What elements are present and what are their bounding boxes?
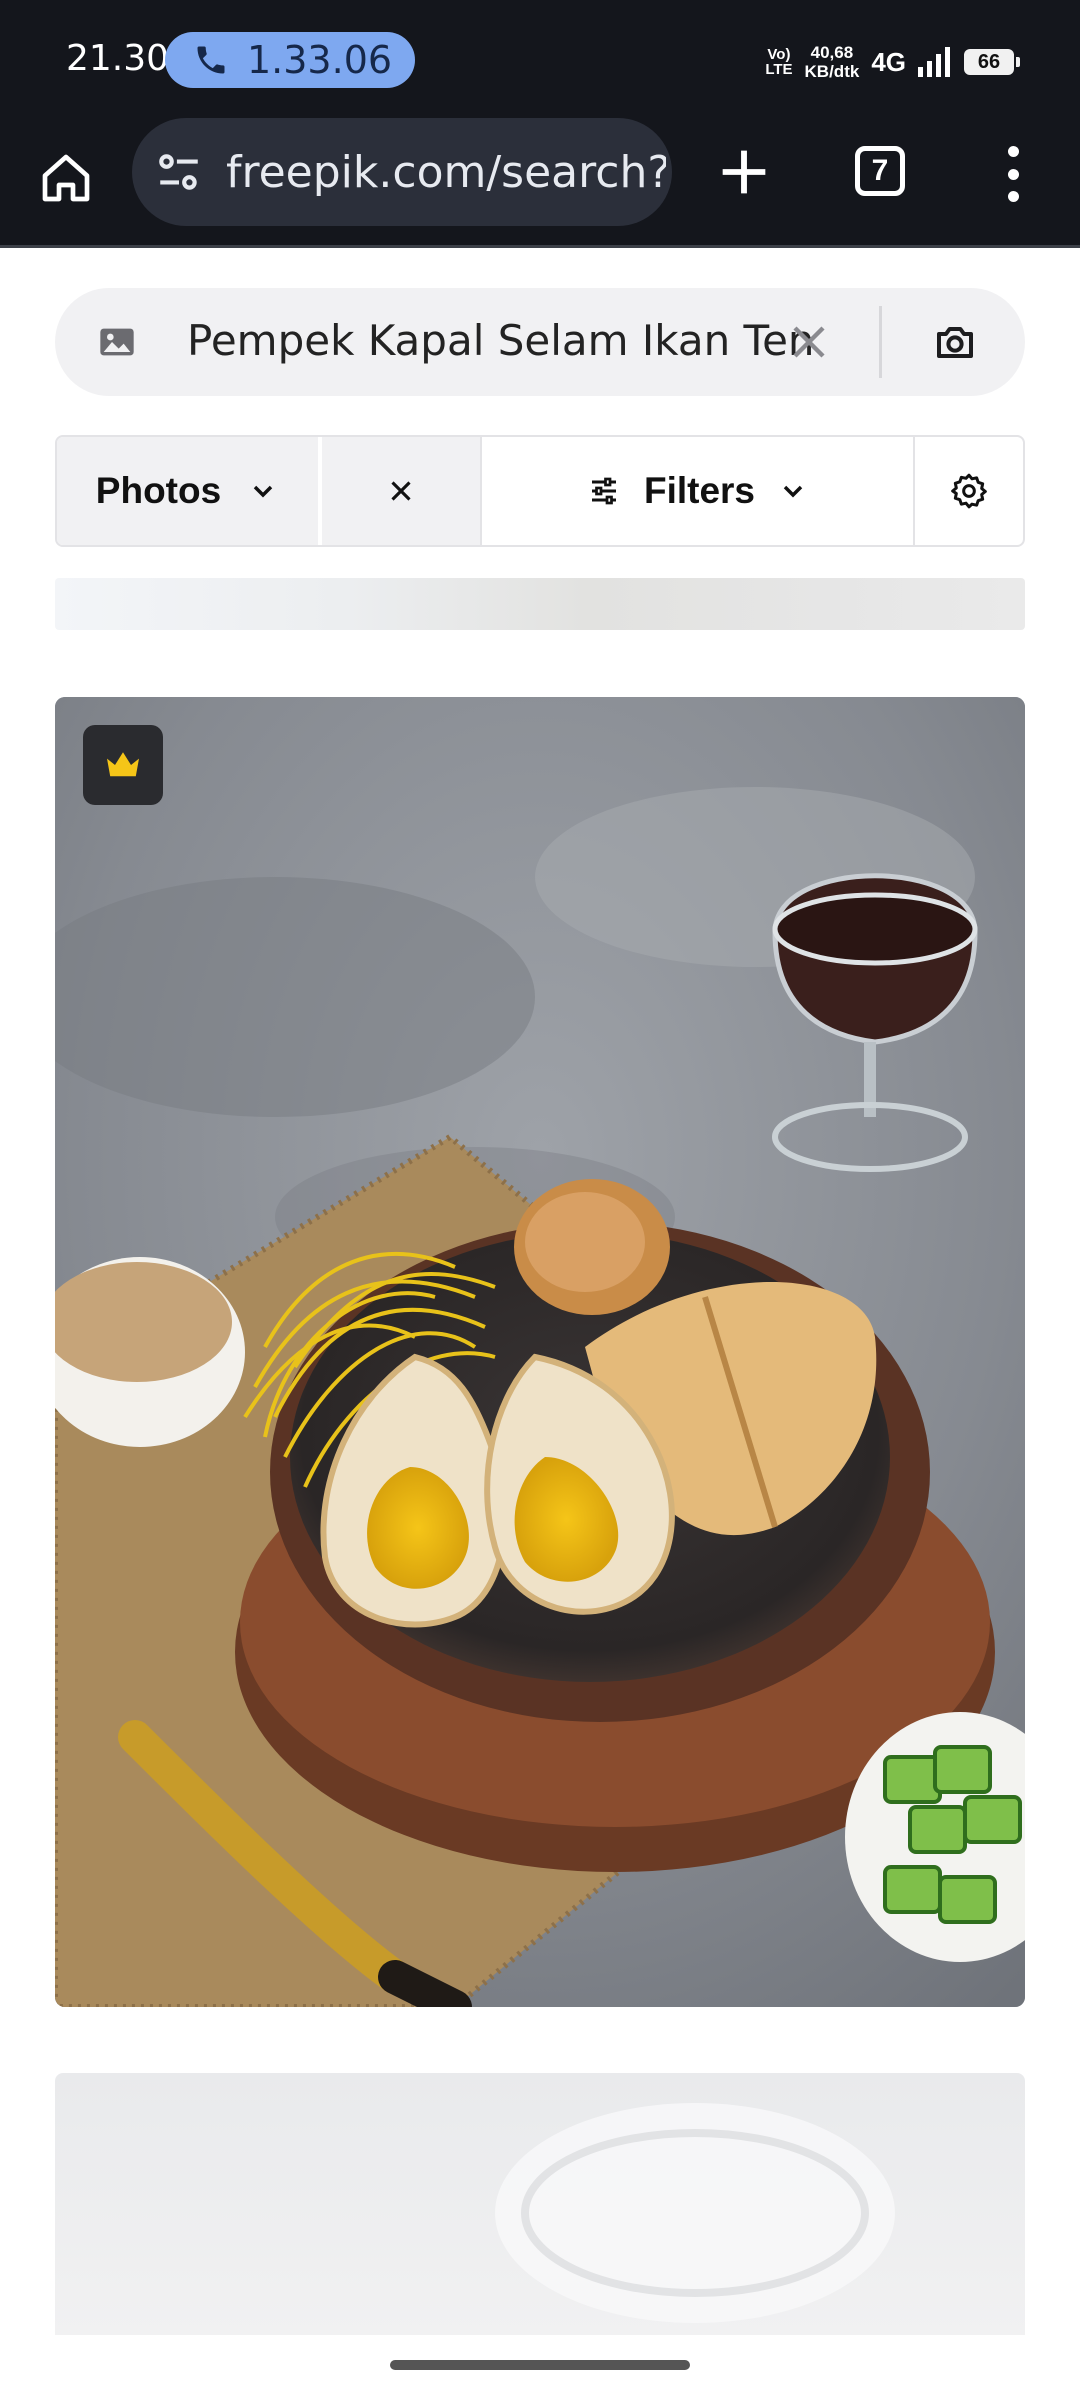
pempek-food-photo — [55, 697, 1025, 2007]
gear-icon — [951, 473, 987, 509]
tab-count: 7 — [871, 154, 889, 187]
url-text[interactable]: freepik.com/search?fo — [226, 147, 666, 198]
status-bar: 21.30 1.33.06 Vo) LTE 40,68 KB/dtk 4G 66 — [0, 0, 1080, 118]
crown-icon — [107, 752, 139, 777]
sliders-icon — [591, 477, 616, 505]
content-type-dropdown[interactable]: Photos — [57, 437, 322, 545]
battery-icon: 66 — [964, 49, 1020, 75]
home-icon — [42, 154, 90, 202]
next-result-image[interactable] — [55, 2073, 1025, 2335]
phone-icon — [197, 46, 225, 74]
more-menu-icon[interactable] — [995, 138, 1031, 210]
filters-label: Filters — [643, 470, 756, 511]
next-result-photo — [495, 2103, 895, 2323]
network-speed: 40,68 KB/dtk — [805, 43, 860, 81]
camera-icon[interactable] — [931, 318, 979, 366]
image-search-icon[interactable] — [97, 322, 137, 362]
browser-toolbar: freepik.com/search?fo 7 — [0, 118, 1080, 248]
clear-type-button[interactable] — [322, 437, 482, 545]
chevron-down-icon — [253, 485, 273, 498]
clear-search-icon[interactable] — [785, 318, 833, 366]
new-tab-icon[interactable] — [712, 140, 776, 204]
premium-badge — [83, 725, 163, 805]
search-divider — [879, 306, 882, 378]
previous-result-image[interactable] — [55, 578, 1025, 630]
filter-bar: Photos Filters — [55, 435, 1025, 547]
volte-label-bottom: LTE — [765, 61, 793, 78]
status-clock: 21.30 — [66, 38, 170, 79]
address-bar[interactable]: freepik.com/search?fo — [132, 118, 672, 226]
status-indicators: Vo) LTE 40,68 KB/dtk 4G 66 — [765, 40, 1020, 84]
chevron-down-icon — [783, 485, 803, 498]
content-type-label: Photos — [95, 470, 222, 511]
network-type: 4G — [871, 46, 906, 77]
site-settings-icon[interactable] — [154, 147, 204, 197]
ongoing-call-chip[interactable]: 1.33.06 — [165, 32, 415, 88]
volte-label-top: Vo) — [767, 46, 791, 63]
search-settings-button[interactable] — [915, 437, 1023, 545]
speed-unit: KB/dtk — [804, 62, 860, 81]
close-icon — [391, 481, 411, 501]
home-button[interactable] — [30, 142, 102, 214]
home-indicator[interactable] — [390, 2360, 690, 2370]
filters-dropdown[interactable]: Filters — [482, 437, 915, 545]
signal-icon — [918, 47, 950, 77]
speed-value: 40,68 — [810, 43, 854, 62]
result-photo-card[interactable] — [55, 697, 1025, 2007]
call-duration: 1.33.06 — [247, 38, 393, 82]
tab-switcher-button[interactable]: 7 — [855, 146, 905, 196]
search-box[interactable]: Pempek Kapal Selam Ikan Tenggiri — [55, 288, 1025, 396]
battery-level: 66 — [977, 50, 1001, 73]
search-input[interactable]: Pempek Kapal Selam Ikan Tenggiri — [187, 316, 812, 365]
volte-indicator: Vo) LTE — [765, 47, 792, 77]
